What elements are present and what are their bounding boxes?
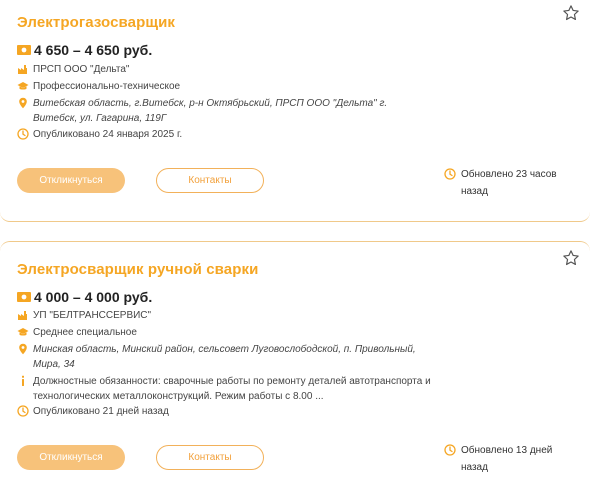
education-line: Среднее специальное [17,325,433,340]
respond-button[interactable]: Откликнуться [17,445,125,470]
updated-info: Обновлено 13 дней назад [444,442,581,476]
salary-row: 4 650 – 4 650 руб. [17,42,152,58]
clock-icon [444,168,456,180]
graduation-cap-icon [17,328,29,336]
clock-icon [17,405,29,417]
clock-icon [17,128,29,140]
contacts-button[interactable]: Контакты [156,445,264,470]
duties-line: Должностные обязанности: сварочные работ… [17,374,433,404]
published-date: Опубликовано 24 января 2025 г. [33,129,183,140]
factory-icon [18,65,27,74]
salary: 4 000 – 4 000 руб. [34,289,153,305]
respond-button[interactable]: Откликнуться [17,168,125,193]
updated-info: Обновлено 23 часов назад [444,166,581,200]
vacancy-card: Электросварщик ручной сварки 4 000 – 4 0… [0,241,590,496]
updated-text: Обновлено 13 дней назад [461,445,553,473]
location-pin-icon [19,97,27,109]
company-name[interactable]: УП "БЕЛТРАНССЕРВИС" [33,308,433,323]
address: Витебская область, г.Витебск, р-н Октябр… [33,98,388,124]
graduation-cap-icon [17,82,29,90]
info-icon [22,375,24,386]
star-icon[interactable] [562,249,580,267]
address: Минская область, Минский район, сельсове… [33,344,416,370]
published-line: Опубликовано 24 января 2025 г. [17,127,433,142]
star-icon[interactable] [562,4,580,22]
education: Среднее специальное [33,327,137,338]
salary: 4 650 – 4 650 руб. [34,42,153,58]
education-line: Профессионально-техническое [17,79,433,94]
location-pin-icon [19,343,27,355]
updated-text: Обновлено 23 часов назад [461,169,557,197]
clock-icon [444,444,456,456]
money-icon [17,292,31,302]
published-line: Опубликовано 21 дней назад [17,404,433,419]
vacancy-card: Электрогазосварщик 4 650 – 4 650 руб. ПР… [0,0,590,222]
address-line: Минская область, Минский район, сельсове… [17,342,433,372]
job-duties: Должностные обязанности: сварочные работ… [33,376,431,402]
money-icon [17,45,31,55]
factory-icon [18,311,27,320]
published-date: Опубликовано 21 дней назад [33,406,169,417]
education: Профессионально-техническое [33,81,181,92]
vacancy-title[interactable]: Электросварщик ручной сварки [17,261,258,278]
vacancy-title[interactable]: Электрогазосварщик [17,14,175,31]
contacts-button[interactable]: Контакты [156,168,264,193]
salary-row: 4 000 – 4 000 руб. [17,289,152,305]
company-line: УП "БЕЛТРАНССЕРВИС" [17,308,433,323]
company-line: ПРСП ООО "Дельта" [17,62,433,77]
company-name[interactable]: ПРСП ООО "Дельта" [33,62,433,77]
address-line: Витебская область, г.Витебск, р-н Октябр… [17,96,433,126]
